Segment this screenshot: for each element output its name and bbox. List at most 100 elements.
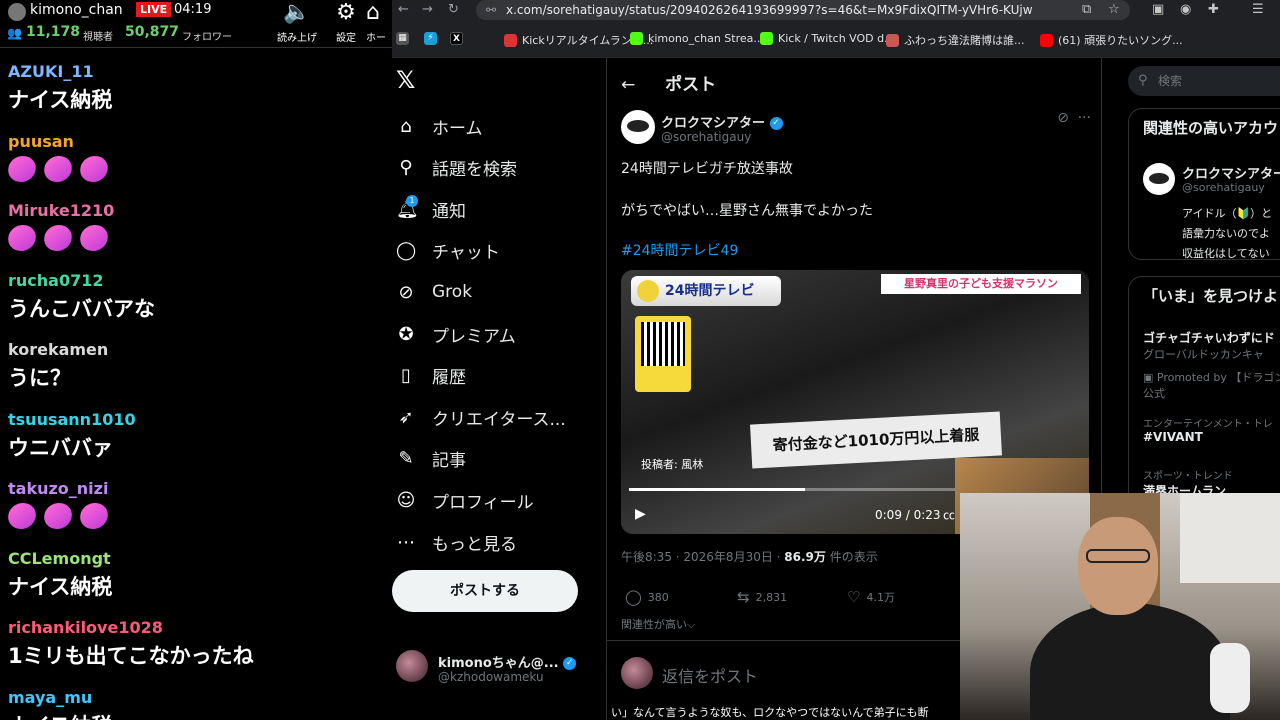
repost-button[interactable]: ⇆ 2,831	[737, 588, 787, 606]
trend-title: #VIVANT	[1143, 430, 1203, 444]
trend-promoted[interactable]: ▣ Promoted by 【ドラゴンボ 公式	[1143, 369, 1280, 401]
webcam-microphone	[1210, 643, 1250, 713]
browser-toolbar: ← → ↻ ⚯ x.com/sorehatigauy/status/209402…	[392, 0, 1280, 22]
bookmark-app-icon[interactable]: ▦	[396, 32, 409, 45]
chat-username[interactable]: Miruke1210	[8, 199, 388, 223]
trend-item[interactable]: エンターテインメント・トレ #VIVANT	[1143, 415, 1273, 444]
account-handle: @kzhodowameku	[438, 670, 544, 684]
settings-button[interactable]: ⚙ 設定	[321, 0, 371, 45]
chat-username[interactable]: AZUKI_11	[8, 60, 388, 84]
chat-username[interactable]: puusan	[8, 130, 388, 154]
grok-explain-icon[interactable]: ⊘	[1057, 110, 1069, 126]
repost-icon: ⇆	[737, 588, 750, 606]
site-info-icon[interactable]: ⚯	[486, 0, 496, 20]
reply-avatar	[621, 657, 653, 689]
bookmark-label: kimono_chan Strea...	[648, 32, 764, 45]
play-icon[interactable]: ▶	[635, 506, 646, 522]
chat-message: takuzo_nizi	[4, 477, 388, 547]
nav-item-bookmark[interactable]: ▯ 履歴	[396, 361, 466, 391]
captions-icon[interactable]: ㏄	[943, 506, 955, 523]
back-icon[interactable]: ←	[621, 75, 635, 95]
chat-username[interactable]: CCLemongt	[8, 547, 388, 571]
related-account-bio-line: アイドル（🔰）と	[1182, 207, 1273, 220]
related-accounts-title: 関連性の高いアカウ	[1143, 119, 1279, 137]
post-button[interactable]: ポストする	[392, 570, 578, 612]
nav-item-search[interactable]: ⚲ 話題を検索	[396, 153, 517, 183]
chat-username[interactable]: tsuusann1010	[8, 408, 388, 432]
forward-arrow-icon[interactable]: →	[422, 2, 433, 17]
author-avatar[interactable]	[621, 110, 655, 144]
extension-icon-1[interactable]: ▣	[1152, 2, 1164, 17]
search-input[interactable]: ⚲ 検索	[1128, 66, 1280, 96]
bookmark-star-icon[interactable]: ☆	[1108, 2, 1120, 17]
account-switcher[interactable]: kimonoちゃん@... ✓ @kzhodowameku	[396, 650, 596, 690]
extensions-icon[interactable]: ✚	[1208, 2, 1219, 17]
tts-button[interactable]: 🔈 読み上げ	[272, 0, 322, 45]
nav-label: クリエイタース...	[432, 409, 566, 430]
chat-username[interactable]: richankilove1028	[8, 616, 388, 640]
nav-label: プロフィール	[432, 492, 534, 513]
chat-message: AZUKI_11 ナイス納税	[8, 60, 388, 130]
gear-icon: ⚙	[336, 0, 356, 25]
related-account-name[interactable]: クロクマシアター	[1182, 163, 1280, 182]
reload-icon[interactable]: ↻	[448, 2, 459, 17]
nav-item-chat[interactable]: ◯ チャット	[396, 236, 500, 266]
related-account-bio-line: 収益化はしてない	[1182, 247, 1270, 260]
like-button[interactable]: ♡ 4.1万	[847, 588, 895, 606]
nav-item-grok[interactable]: ⊘ Grok	[396, 277, 472, 307]
nav-item-more[interactable]: ⋯ もっと見る	[396, 527, 517, 557]
like-count: 4.1万	[866, 591, 895, 604]
chat-username[interactable]: maya_mu	[8, 686, 388, 710]
account-name-wrap: kimonoちゃん@... ✓	[438, 652, 577, 671]
x-logo-icon[interactable]: 𝕏	[396, 66, 415, 94]
nav-item-rocket[interactable]: ➶ クリエイタース...	[396, 402, 566, 432]
bookmark-item[interactable]: (61) 頑張りたいソング...	[1040, 32, 1183, 48]
nav-label: 履歴	[432, 368, 466, 389]
chat-username[interactable]: korekamen	[8, 338, 388, 362]
author-name-wrap[interactable]: クロクマシアター ✓	[661, 112, 783, 131]
premium-icon: ✪	[398, 323, 414, 345]
chat-username[interactable]: takuzo_nizi	[8, 477, 388, 501]
nav-item-home[interactable]: ⌂ ホーム	[396, 111, 482, 141]
post-hashtag[interactable]: #24時間テレビ49	[621, 240, 738, 260]
bookmark-item[interactable]: ふわっち違法賭博は誰...	[886, 32, 1025, 48]
author-handle[interactable]: @sorehatigauy	[661, 130, 751, 144]
bookmark-label: (61) 頑張りたいソング...	[1058, 34, 1183, 47]
related-account-avatar[interactable]	[1143, 163, 1175, 195]
nav-item-article[interactable]: ✎ 記事	[396, 444, 466, 474]
post-timestamp[interactable]: 午後8:35 · 2026年8月30日 ·	[621, 550, 784, 564]
menu-icon[interactable]: ☰	[1252, 2, 1264, 17]
address-bar[interactable]: ⚯ x.com/sorehatigauy/status/209402626419…	[476, 0, 1130, 20]
related-account-handle: @sorehatigauy	[1182, 181, 1265, 194]
bookmark-item[interactable]: Kick / Twitch VOD d...	[760, 32, 895, 45]
nav-label: 話題を検索	[432, 160, 517, 181]
clap-emote-icon	[40, 155, 76, 182]
rocket-icon: ➶	[398, 406, 414, 428]
trend-item[interactable]: ゴチャゴチャいわずにド グローバルドッカンキャ	[1143, 329, 1275, 362]
extension-icon-2[interactable]: ◉	[1180, 2, 1191, 17]
clap-emote-icon	[40, 225, 76, 251]
nav-item-premium[interactable]: ✪ プレミアム	[396, 319, 516, 349]
chat-message: tsuusann1010 ウニババァ	[8, 408, 388, 478]
nav-label: プレミアム	[432, 326, 516, 347]
tts-label: 読み上げ	[277, 33, 317, 44]
back-arrow-icon[interactable]: ←	[398, 2, 409, 17]
webcam-streamer-glasses	[1086, 549, 1150, 563]
article-icon: ✎	[398, 448, 414, 470]
chat-username[interactable]: rucha0712	[8, 269, 388, 293]
reply-button[interactable]: ◯ 380	[625, 588, 669, 606]
nav-item-bell[interactable]: 🔔︎ 1 通知	[396, 194, 466, 224]
nav-item-profile[interactable]: ☺ プロフィール	[396, 485, 534, 515]
bookmark-flash-icon[interactable]: ⚡	[424, 32, 437, 45]
bookmark-item[interactable]: kimono_chan Strea...	[630, 32, 764, 45]
install-app-icon[interactable]: ⧉	[1082, 2, 1091, 17]
chat-message: richankilove1028 1ミリも出てこなかったね	[8, 616, 388, 686]
reply-sort-selector[interactable]: 関連性が高い⌵	[621, 616, 695, 632]
bookmark-x-icon[interactable]: X	[450, 32, 463, 45]
home-icon: ⌂	[366, 0, 380, 25]
bookmarks-bar: ▦ ⚡ X Kickリアルタイムランキ... kimono_chan Strea.…	[392, 22, 1280, 58]
verified-icon: ✓	[769, 117, 783, 130]
home-button[interactable]: ⌂ ホー	[366, 0, 392, 45]
clap-emote-icon	[76, 225, 112, 251]
more-options-icon[interactable]: ···	[1078, 110, 1091, 126]
